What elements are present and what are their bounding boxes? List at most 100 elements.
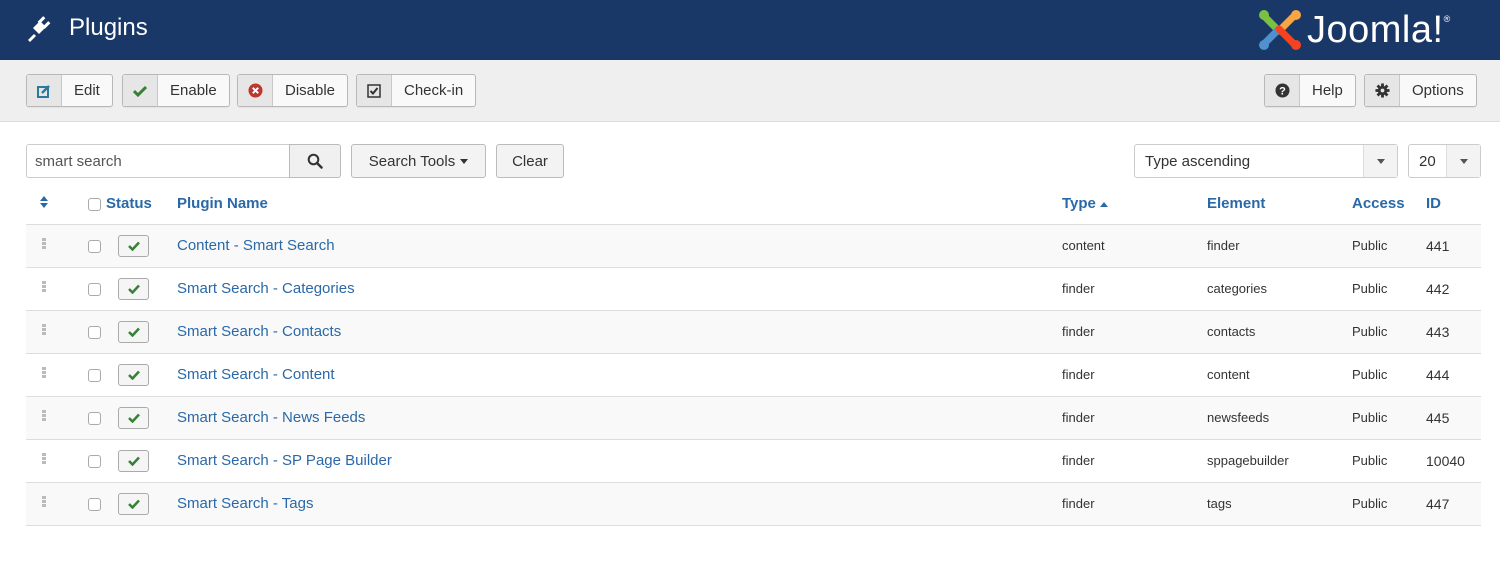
clear-label: Clear — [512, 152, 548, 170]
status-column-header[interactable]: Status — [106, 184, 177, 225]
status-toggle-button[interactable] — [118, 277, 149, 300]
drag-handle-icon[interactable] — [42, 281, 46, 293]
status-cell — [106, 224, 177, 268]
element-cell: tags — [1207, 482, 1352, 526]
table-row: Smart Search - News Feeds finder newsfee… — [26, 396, 1481, 440]
edit-label: Edit — [74, 82, 100, 99]
chevron-down-icon — [1446, 145, 1480, 177]
drag-cell — [26, 224, 62, 268]
checkbox-cell — [62, 439, 106, 483]
table-row: Smart Search - Contacts finder contacts … — [26, 310, 1481, 354]
drag-handle-icon[interactable] — [42, 496, 46, 508]
status-toggle-button[interactable] — [118, 234, 149, 257]
name-cell: Smart Search - Tags — [177, 482, 1062, 526]
type-header-label: Type — [1062, 195, 1096, 213]
element-column-header[interactable]: Element — [1207, 184, 1352, 225]
question-circle-icon: ? — [1265, 75, 1300, 106]
drag-cell — [26, 482, 62, 526]
checkin-button[interactable]: Check-in — [356, 74, 477, 107]
access-column-header[interactable]: Access — [1352, 184, 1426, 225]
status-toggle-button[interactable] — [118, 320, 149, 343]
plugin-name-link[interactable]: Smart Search - Categories — [177, 280, 355, 297]
options-label: Options — [1412, 82, 1464, 99]
row-checkbox[interactable] — [88, 498, 101, 512]
status-toggle-button[interactable] — [118, 449, 149, 472]
svg-text:?: ? — [1279, 86, 1286, 98]
drag-handle-icon[interactable] — [42, 410, 46, 422]
row-checkbox[interactable] — [88, 412, 101, 426]
enable-button[interactable]: Enable — [122, 74, 230, 107]
plugin-name-link[interactable]: Smart Search - SP Page Builder — [177, 452, 392, 469]
search-tools-button[interactable]: Search Tools — [351, 144, 486, 178]
plugin-name-link[interactable]: Smart Search - Contacts — [177, 323, 341, 340]
id-cell: 442 — [1426, 267, 1481, 311]
type-cell: finder — [1062, 353, 1207, 397]
disable-button[interactable]: Disable — [237, 74, 349, 107]
caret-down-icon — [460, 158, 469, 164]
ordering-value: Type ascending — [1145, 152, 1251, 170]
edit-icon — [27, 75, 62, 106]
element-cell: categories — [1207, 267, 1352, 311]
row-checkbox[interactable] — [88, 240, 101, 254]
element-cell: finder — [1207, 224, 1352, 268]
access-cell: Public — [1352, 482, 1426, 526]
select-all-checkbox[interactable] — [88, 197, 101, 211]
check-icon — [127, 499, 140, 509]
access-cell: Public — [1352, 439, 1426, 483]
table-row: Smart Search - SP Page Builder finder sp… — [26, 439, 1481, 483]
table-row: Smart Search - Categories finder categor… — [26, 267, 1481, 311]
access-cell: Public — [1352, 396, 1426, 440]
element-cell: contacts — [1207, 310, 1352, 354]
clear-button[interactable]: Clear — [496, 144, 564, 178]
joomla-logo[interactable]: Joomla! ® — [1257, 6, 1450, 54]
checkbox-cell — [62, 482, 106, 526]
plug-icon — [28, 16, 51, 42]
drag-handle-icon[interactable] — [42, 324, 46, 336]
options-button[interactable]: Options — [1364, 74, 1477, 107]
plugin-name-link[interactable]: Smart Search - News Feeds — [177, 409, 365, 426]
plugins-table: Status Plugin Name Type Element Access I… — [26, 184, 1481, 526]
table-header-row: Status Plugin Name Type Element Access I… — [26, 184, 1481, 225]
checkbox-cell — [62, 396, 106, 440]
id-cell: 444 — [1426, 353, 1481, 397]
access-cell: Public — [1352, 224, 1426, 268]
plugin-name-link[interactable]: Smart Search - Content — [177, 366, 335, 383]
type-cell: finder — [1062, 439, 1207, 483]
status-toggle-button[interactable] — [118, 406, 149, 429]
type-cell: content — [1062, 224, 1207, 268]
plugin-name-link[interactable]: Smart Search - Tags — [177, 495, 313, 512]
status-cell — [106, 482, 177, 526]
limit-select[interactable]: 20 — [1408, 144, 1481, 178]
checkbox-cell — [62, 310, 106, 354]
row-checkbox[interactable] — [88, 455, 101, 469]
id-column-header[interactable]: ID — [1426, 184, 1481, 225]
status-toggle-button[interactable] — [118, 363, 149, 386]
plugin-name-link[interactable]: Content - Smart Search — [177, 237, 335, 254]
joomla-wordmark: Joomla! — [1307, 8, 1444, 51]
drag-handle-icon[interactable] — [42, 367, 46, 379]
type-cell: finder — [1062, 396, 1207, 440]
table-row: Content - Smart Search content finder Pu… — [26, 224, 1481, 268]
name-column-header[interactable]: Plugin Name — [177, 184, 1062, 225]
check-icon — [127, 241, 140, 251]
ordering-select[interactable]: Type ascending — [1134, 144, 1398, 178]
status-cell — [106, 310, 177, 354]
table-row: Smart Search - Content finder content Pu… — [26, 353, 1481, 397]
row-checkbox[interactable] — [88, 369, 101, 383]
type-cell: finder — [1062, 482, 1207, 526]
search-button[interactable] — [289, 144, 341, 178]
row-checkbox[interactable] — [88, 283, 101, 297]
status-toggle-button[interactable] — [118, 492, 149, 515]
drag-cell — [26, 396, 62, 440]
cancel-circle-icon — [238, 75, 273, 106]
drag-handle-icon[interactable] — [42, 238, 46, 250]
drag-handle-icon[interactable] — [42, 453, 46, 465]
search-input[interactable] — [26, 144, 290, 178]
type-column-header[interactable]: Type — [1062, 184, 1207, 225]
search-icon — [307, 153, 323, 169]
row-checkbox[interactable] — [88, 326, 101, 340]
ordering-column-header[interactable] — [26, 184, 62, 225]
page-title: Plugins — [69, 14, 148, 41]
help-button[interactable]: ? Help — [1264, 74, 1356, 107]
edit-button[interactable]: Edit — [26, 74, 113, 107]
